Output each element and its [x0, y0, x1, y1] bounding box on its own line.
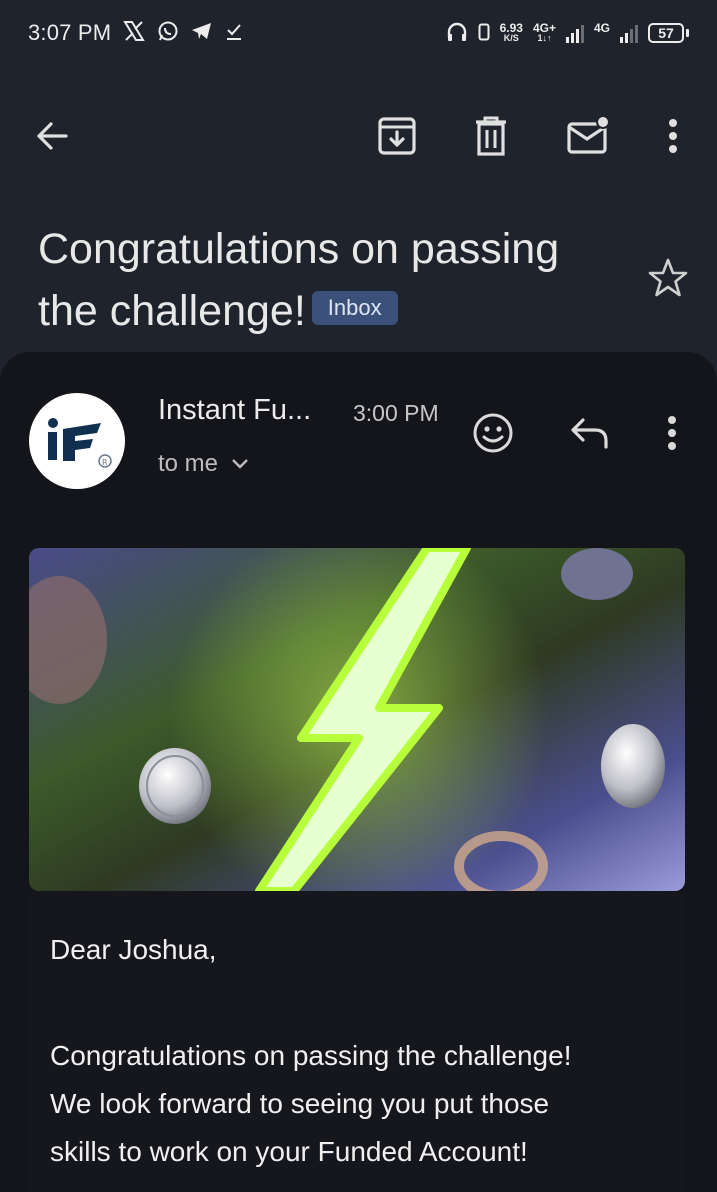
delete-icon — [476, 116, 506, 156]
emoji-icon — [473, 413, 513, 453]
star-button[interactable] — [646, 256, 690, 300]
signal-2-label: 4G — [593, 21, 610, 35]
clock: 3:07 PM — [28, 20, 112, 45]
vibrate-icon — [478, 23, 490, 44]
status-bar: 3:07 PM 6.93 K/S 4G+ 1↓↑ 4G 57 — [0, 0, 717, 66]
status-right: 6.93 K/S 4G+ 1↓↑ 4G 57 — [446, 21, 689, 46]
mark-unread-button[interactable] — [561, 100, 617, 172]
delete-button[interactable] — [463, 100, 519, 172]
battery-indicator: 57 — [648, 23, 689, 43]
svg-text:R: R — [102, 458, 108, 467]
mark-unread-icon — [567, 116, 610, 154]
reply-button[interactable] — [564, 407, 616, 459]
sender-name[interactable]: Instant Fu... — [158, 394, 311, 427]
x-app-icon — [123, 21, 146, 45]
more-vert-icon — [668, 416, 676, 450]
status-left: 3:07 PM — [28, 20, 243, 46]
message-more-button[interactable] — [646, 407, 698, 459]
email-subject: Congratulations on passing the challenge… — [38, 225, 560, 335]
network-speed: 6.93 K/S — [499, 21, 523, 43]
more-vert-icon — [669, 119, 677, 153]
archive-icon — [378, 117, 416, 155]
greeting-text: Dear Joshua, — [50, 934, 217, 965]
archive-button[interactable] — [369, 100, 425, 172]
email-time: 3:00 PM — [353, 400, 439, 426]
whatsapp-icon — [157, 20, 179, 46]
inbox-label-badge[interactable]: Inbox — [311, 290, 398, 325]
back-button[interactable] — [24, 100, 80, 172]
add-reaction-button[interactable] — [467, 407, 519, 459]
signal-2-icon — [620, 23, 638, 43]
recipient-details[interactable]: to me — [158, 450, 250, 478]
signal-1-icon — [565, 23, 584, 43]
instant-funding-logo-icon: R — [48, 418, 112, 468]
sender-avatar[interactable]: R — [29, 393, 125, 489]
chevron-down-icon — [232, 459, 248, 469]
download-done-icon — [225, 21, 243, 45]
reply-icon — [571, 418, 608, 449]
email-banner-image — [29, 548, 685, 891]
email-toolbar — [0, 100, 717, 172]
telegram-icon — [191, 21, 213, 45]
back-arrow-icon — [37, 122, 68, 150]
signal-1-label: 4G+ 1↓↑ — [532, 21, 556, 43]
more-options-button[interactable] — [645, 100, 701, 172]
body-paragraph: Congratulations on passing the challenge… — [50, 1040, 572, 1167]
headphones-icon — [446, 21, 468, 46]
star-icon — [648, 258, 688, 297]
